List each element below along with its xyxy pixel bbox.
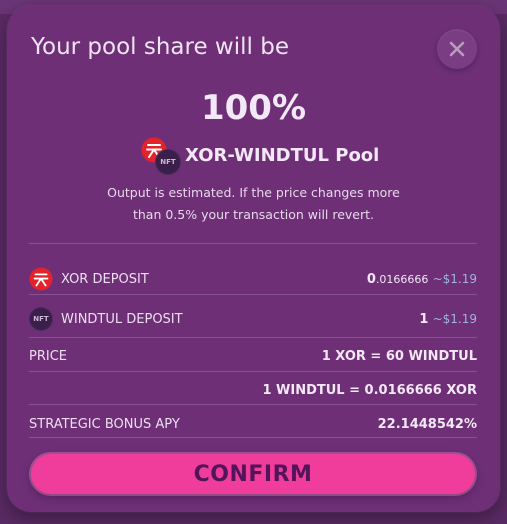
xor-deposit-label: XOR DEPOSIT bbox=[61, 271, 149, 287]
price-row-inverse: 1 WINDTUL = 0.0166666 XOR bbox=[29, 380, 477, 400]
xor-deposit-row: XOR DEPOSIT 0.0166666 ~$1.19 bbox=[29, 266, 477, 292]
confirm-button[interactable]: CONFIRM bbox=[31, 454, 475, 494]
windtul-deposit-value: 1 bbox=[419, 311, 429, 327]
divider bbox=[29, 337, 477, 338]
divider bbox=[29, 243, 477, 244]
nft-token-icon: NFT bbox=[155, 149, 181, 175]
pool-share-dialog: Your pool share will be 100% NFT XOR-WIN… bbox=[7, 6, 500, 512]
apy-value: 22.1448542% bbox=[377, 416, 477, 432]
price-row: PRICE 1 XOR = 60 WINDTUL bbox=[29, 346, 477, 366]
windtul-deposit-fiat: ~$1.19 bbox=[432, 311, 477, 326]
divider bbox=[29, 294, 477, 295]
apy-row: STRATEGIC BONUS APY 22.1448542% bbox=[29, 414, 477, 434]
windtul-deposit-label: WINDTUL DEPOSIT bbox=[61, 311, 183, 327]
price-label: PRICE bbox=[29, 348, 67, 364]
price-xor-windtul: 1 XOR = 60 WINDTUL bbox=[321, 348, 477, 364]
pool-pair: NFT XOR-WINDTUL Pool bbox=[141, 137, 380, 175]
estimate-note-line1: Output is estimated. If the price change… bbox=[107, 185, 400, 200]
xor-deposit-fiat: ~$1.19 bbox=[432, 271, 477, 286]
xor-token-icon bbox=[29, 267, 53, 291]
close-icon bbox=[449, 41, 465, 57]
nft-badge-text: NFT bbox=[33, 315, 49, 323]
close-button[interactable] bbox=[437, 29, 477, 69]
xor-deposit-value-int: 0 bbox=[366, 271, 376, 287]
nft-badge-text: NFT bbox=[160, 158, 176, 166]
divider bbox=[29, 404, 477, 405]
dialog-title: Your pool share will be bbox=[31, 34, 289, 60]
nft-token-icon: NFT bbox=[29, 307, 53, 331]
estimate-note-line2: than 0.5% your transaction will revert. bbox=[132, 207, 375, 222]
xor-deposit-value-frac: .0166666 bbox=[375, 272, 429, 286]
divider bbox=[29, 371, 477, 372]
price-windtul-xor: 1 WINDTUL = 0.0166666 XOR bbox=[262, 382, 477, 398]
divider bbox=[29, 437, 477, 438]
estimate-note: Output is estimated. If the price change… bbox=[7, 182, 500, 226]
pool-share-percent: 100% bbox=[200, 88, 307, 128]
apy-label: STRATEGIC BONUS APY bbox=[29, 416, 180, 432]
windtul-deposit-row: NFT WINDTUL DEPOSIT 1 ~$1.19 bbox=[29, 306, 477, 332]
pool-name: XOR-WINDTUL Pool bbox=[185, 144, 380, 166]
